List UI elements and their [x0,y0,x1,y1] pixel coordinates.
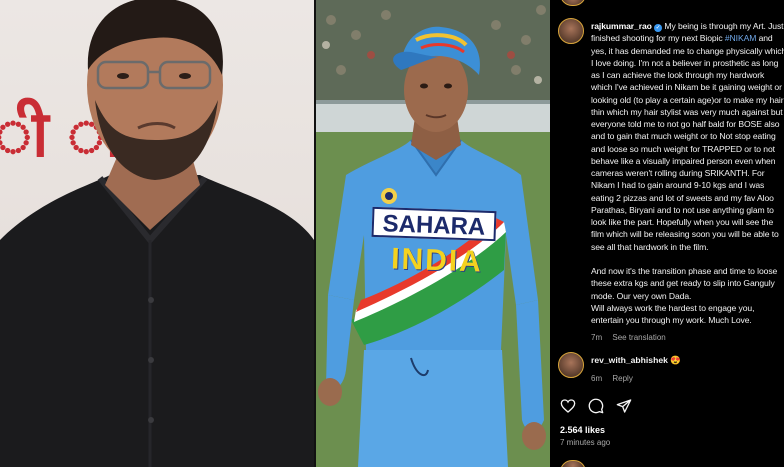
comment: rev_with_abhishek 😍 [591,355,681,366]
man-in-black-shirt-photo [0,0,314,467]
caption-age: 7m [591,333,603,342]
previous-avatar-fragment [560,0,586,6]
commenter-avatar[interactable] [558,352,584,378]
cricketer-photo-panel: SAHARA INDIA [316,0,550,467]
share-icon[interactable] [616,398,632,414]
post-action-bar [560,398,632,416]
comment-icon[interactable] [588,398,604,414]
author-username[interactable]: rajkummar_rao [591,21,652,31]
comment-meta: 6m Reply [591,374,633,383]
author-avatar[interactable] [558,18,584,44]
commenter-username[interactable]: rev_with_abhishek [591,355,668,365]
heart-icon[interactable] [560,398,576,414]
see-translation-link[interactable]: See translation [612,333,665,342]
caption-hashtag[interactable]: #NIKAM [725,33,757,43]
jersey-sponsor-text: SAHARA [371,206,497,242]
comment-emoji: 😍 [670,355,681,365]
comment-age: 6m [591,374,603,383]
post-caption: rajkummar_rao ✓ My being is through my A… [591,20,784,326]
instagram-post-panel: rajkummar_rao ✓ My being is through my A… [550,0,784,467]
caption-meta: 7m See translation [591,333,666,342]
next-avatar-fragment [560,460,586,467]
caption-text-rest: and yes, it has demanded me to change ph… [591,33,784,325]
verified-badge-icon: ✓ [654,24,663,32]
reply-link[interactable]: Reply [612,374,632,383]
jersey-country-text: INDIA [390,242,484,279]
post-timestamp: 7 minutes ago [560,438,611,447]
likes-count[interactable]: 2.564 likes [560,425,605,435]
left-photo-panel: ी ीत [0,0,314,467]
